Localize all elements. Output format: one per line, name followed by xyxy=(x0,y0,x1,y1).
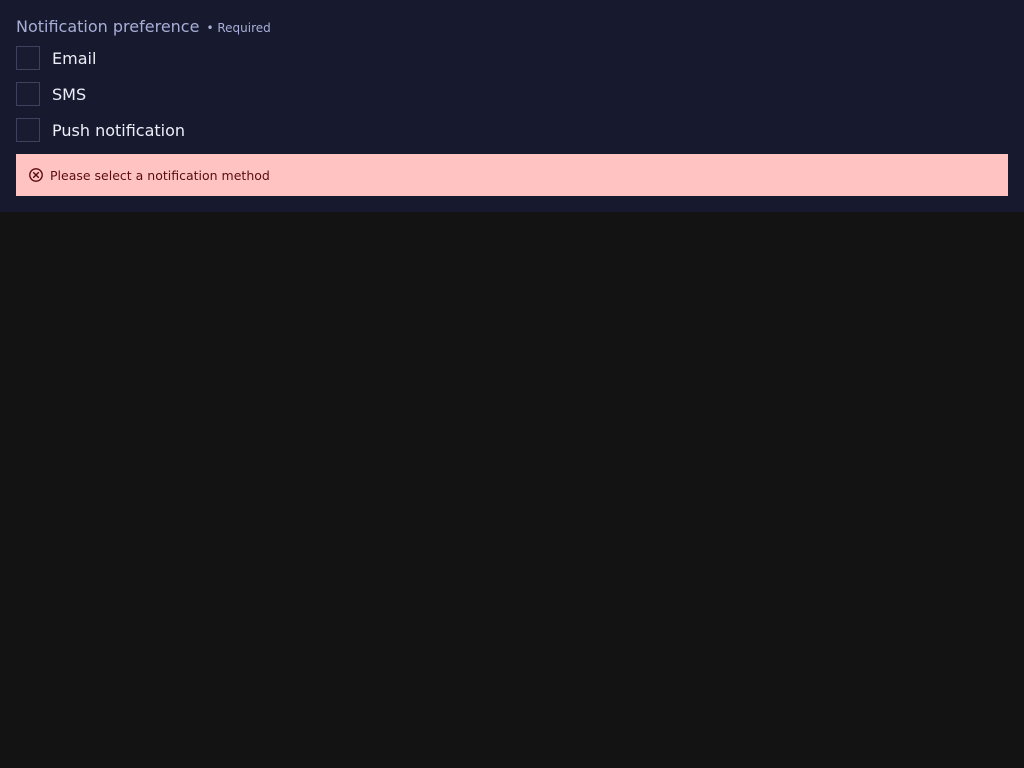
option-sms[interactable]: SMS xyxy=(16,82,86,106)
email-checkbox[interactable] xyxy=(16,46,40,70)
error-circle-x-icon xyxy=(28,167,44,183)
fieldset-title: Notification preference xyxy=(16,17,200,36)
error-text: Please select a notification method xyxy=(50,167,270,183)
email-label: Email xyxy=(52,48,97,68)
notification-preference-fieldset: Notification preference • Required Email… xyxy=(0,0,1024,212)
option-push-notification[interactable]: Push notification xyxy=(16,118,185,142)
sms-label: SMS xyxy=(52,84,87,104)
push-notification-checkbox[interactable] xyxy=(16,118,40,142)
sms-checkbox[interactable] xyxy=(16,82,40,106)
push-notification-label: Push notification xyxy=(52,120,186,140)
validation-error-message: Please select a notification method xyxy=(16,154,1008,196)
fieldset-legend: Notification preference • Required xyxy=(16,17,271,37)
required-indicator: • Required xyxy=(206,21,271,35)
option-email[interactable]: Email xyxy=(16,46,96,70)
